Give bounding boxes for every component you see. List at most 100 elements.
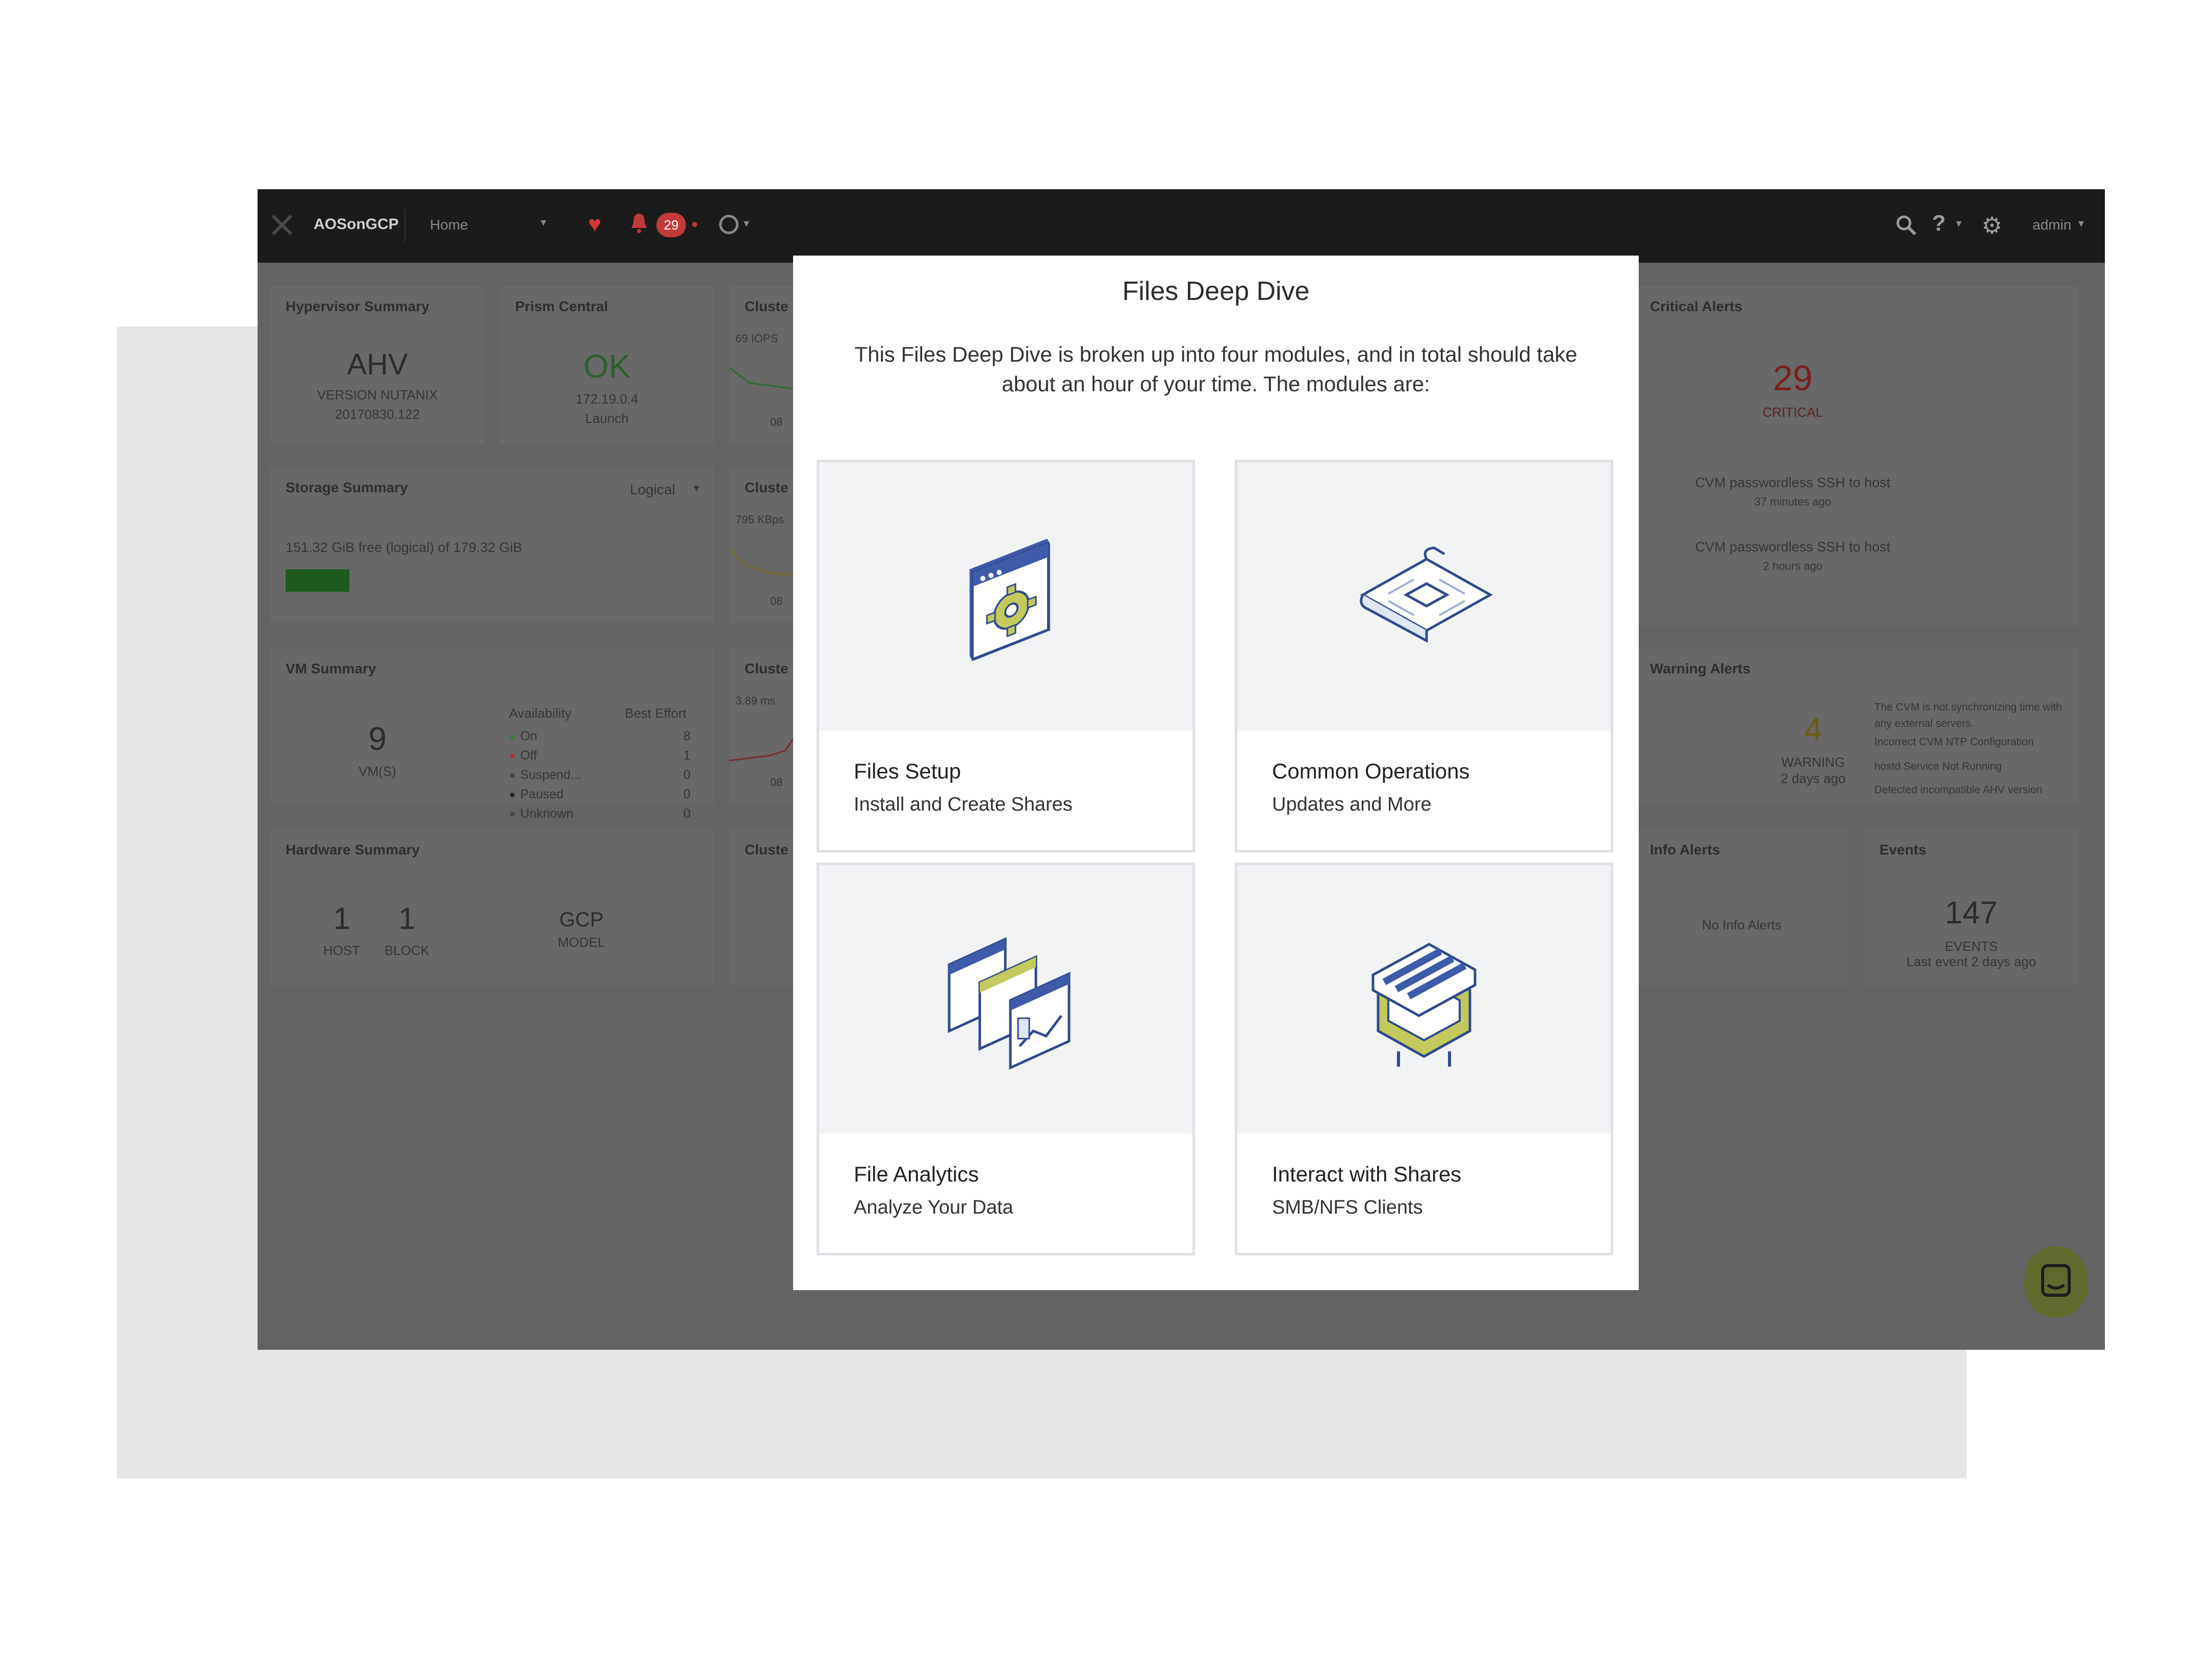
health-heart-icon[interactable]: ♥ <box>588 212 601 237</box>
vm-state-value: 1 <box>683 748 691 763</box>
vm-state-label: Paused <box>520 787 564 801</box>
card-illustration <box>819 865 1192 1134</box>
critical-alert-item[interactable]: CVM passwordless SSH to host <box>1635 539 1951 555</box>
info-empty-text: No Info Alerts <box>1701 917 1782 933</box>
warning-time: 2 days ago <box>1781 771 1846 786</box>
vm-state-label: Off <box>520 748 537 763</box>
hardware-summary-widget[interactable]: Hardware Summary 1 HOST 1 BLOCK GCP MODE… <box>270 829 714 985</box>
chat-icon <box>2041 1264 2071 1297</box>
widget-title: Events <box>1879 842 1926 858</box>
search-icon[interactable] <box>1895 214 1917 236</box>
warning-alert-item[interactable]: hostd Service Not Running <box>1874 761 2073 773</box>
widget-title: Cluste <box>745 842 789 858</box>
critical-label: CRITICAL <box>1762 405 1823 420</box>
warning-label: WARNING <box>1781 754 1845 770</box>
vm-summary-widget[interactable]: VM Summary 9 VM(S) Availability Best Eff… <box>270 648 714 821</box>
hypervisor-summary-widget[interactable]: Hypervisor Summary AHV VERSION NUTANIX 2… <box>270 286 485 444</box>
nutanix-logo-icon[interactable] <box>270 213 294 237</box>
events-time: Last event 2 days ago <box>1906 954 2037 969</box>
vm-state-value: 8 <box>683 729 691 743</box>
storefront-icon <box>1371 943 1477 1067</box>
critical-count: 29 <box>1773 358 1813 398</box>
home-menu-label[interactable]: Home <box>430 217 468 233</box>
card-title: File Analytics <box>854 1162 979 1186</box>
module-card-interact-with-shares[interactable]: Interact with Shares SMB/NFS Clients <box>1235 863 1613 1255</box>
prism-launch-link[interactable]: Launch <box>500 411 714 426</box>
chart-tick: 08 <box>770 595 783 608</box>
task-circle-icon[interactable] <box>719 215 739 234</box>
widget-title: Critical Alerts <box>1650 298 1743 314</box>
warning-alerts-widget[interactable]: Warning Alerts 4 WARNING 2 days ago The … <box>1635 648 2078 804</box>
modal-title: Files Deep Dive <box>1122 276 1310 306</box>
widget-title: VM Summary <box>286 661 376 676</box>
vm-state-value: 0 <box>683 787 691 801</box>
host-label: HOST <box>323 943 361 958</box>
vm-count-label: VM(S) <box>359 764 396 779</box>
chevron-down-icon[interactable]: ▾ <box>541 216 546 229</box>
alert-status-dot <box>692 222 697 227</box>
widget-title: Cluste <box>745 661 789 676</box>
chat-button[interactable] <box>2024 1246 2088 1318</box>
prism-status: OK <box>583 348 631 385</box>
vm-state-dot <box>510 812 515 817</box>
card-illustration <box>1237 462 1611 731</box>
chevron-down-icon[interactable]: ▾ <box>1956 217 1962 230</box>
widget-title: Cluste <box>745 298 789 314</box>
chevron-down-icon[interactable]: ▾ <box>744 217 749 230</box>
blueprint-icon <box>1360 546 1493 643</box>
alert-count-badge[interactable]: 29 <box>656 213 686 237</box>
cluster-metric: 69 IOPS <box>735 332 778 345</box>
block-label: BLOCK <box>384 943 430 958</box>
events-widget[interactable]: Events 147 EVENTS Last event 2 days ago <box>1864 829 2078 985</box>
warning-alert-item[interactable]: Detected incompatible AHV version <box>1874 784 2073 796</box>
hypervisor-version-label: VERSION NUTANIX <box>317 387 438 402</box>
critical-alert-time: 2 hours ago <box>1763 560 1823 572</box>
vm-state-label: Suspend... <box>520 768 581 782</box>
vm-state-label: Unknown <box>520 807 574 821</box>
storage-usage-text: 151.32 GiB free (logical) of 179.32 GiB <box>286 540 522 555</box>
divider <box>404 210 405 242</box>
top-navigation-bar: AOSonGCP Home ▾ ♥ 29 ▾ ? ▾ ⚙ admin ▾ <box>258 189 2105 263</box>
cluster-name[interactable]: AOSonGCP <box>314 216 399 233</box>
chevron-down-icon[interactable]: ▾ <box>694 482 699 495</box>
widget-title: Hardware Summary <box>286 842 420 858</box>
block-count: 1 <box>398 901 416 936</box>
info-alerts-widget[interactable]: Info Alerts No Info Alerts <box>1635 829 1849 985</box>
storage-mode-dropdown[interactable]: Logical <box>630 482 675 498</box>
help-icon[interactable]: ? <box>1932 211 1946 236</box>
bell-icon[interactable] <box>630 212 648 234</box>
files-deep-dive-modal: Files Deep Dive This Files Deep Dive is … <box>793 256 1639 1290</box>
module-card-common-operations[interactable]: Common Operations Updates and More <box>1235 460 1613 852</box>
vm-col-best-effort: Best Effort <box>625 706 687 721</box>
gear-icon[interactable]: ⚙ <box>1981 212 2002 239</box>
warning-alert-item[interactable]: The CVM is not synchronizing time with a… <box>1874 699 2073 732</box>
widget-title: Prism Central <box>515 298 608 314</box>
vm-state-value: 0 <box>683 768 691 782</box>
widget-title: Cluste <box>745 480 789 495</box>
user-menu-label[interactable]: admin <box>2032 217 2071 233</box>
card-subtitle: Updates and More <box>1272 794 1432 815</box>
critical-alerts-widget[interactable]: Critical Alerts 29 CRITICAL CVM password… <box>1635 286 2078 625</box>
hardware-model: GCP <box>559 909 604 931</box>
events-label: EVENTS <box>1944 939 1998 954</box>
module-card-files-setup[interactable]: Files Setup Install and Create Shares <box>817 460 1195 852</box>
card-subtitle: Install and Create Shares <box>854 794 1073 815</box>
storage-summary-widget[interactable]: Storage Summary Logical ▾ 151.32 GiB fre… <box>270 467 714 623</box>
card-illustration <box>1237 865 1611 1134</box>
warning-alert-item[interactable]: Incorrect CVM NTP Configuration <box>1874 736 2073 748</box>
critical-alert-time: 37 minutes ago <box>1754 495 1832 508</box>
chevron-down-icon[interactable]: ▾ <box>2078 217 2084 230</box>
critical-alert-item[interactable]: CVM passwordless SSH to host <box>1635 475 1951 491</box>
prism-ip: 172.19.0.4 <box>575 391 639 407</box>
host-count: 1 <box>333 901 350 936</box>
widget-title: Info Alerts <box>1650 842 1720 858</box>
vm-state-label: On <box>520 729 538 743</box>
card-illustration <box>819 462 1192 731</box>
model-label: MODEL <box>557 935 605 950</box>
vm-state-dot <box>510 773 515 778</box>
module-card-file-analytics[interactable]: File Analytics Analyze Your Data <box>817 863 1195 1255</box>
vm-col-availability: Availability <box>509 706 572 721</box>
hypervisor-value: AHV <box>347 348 408 381</box>
hypervisor-version-number: 20170830.122 <box>335 407 420 422</box>
prism-central-widget[interactable]: Prism Central OK 172.19.0.4 Launch <box>500 286 714 444</box>
